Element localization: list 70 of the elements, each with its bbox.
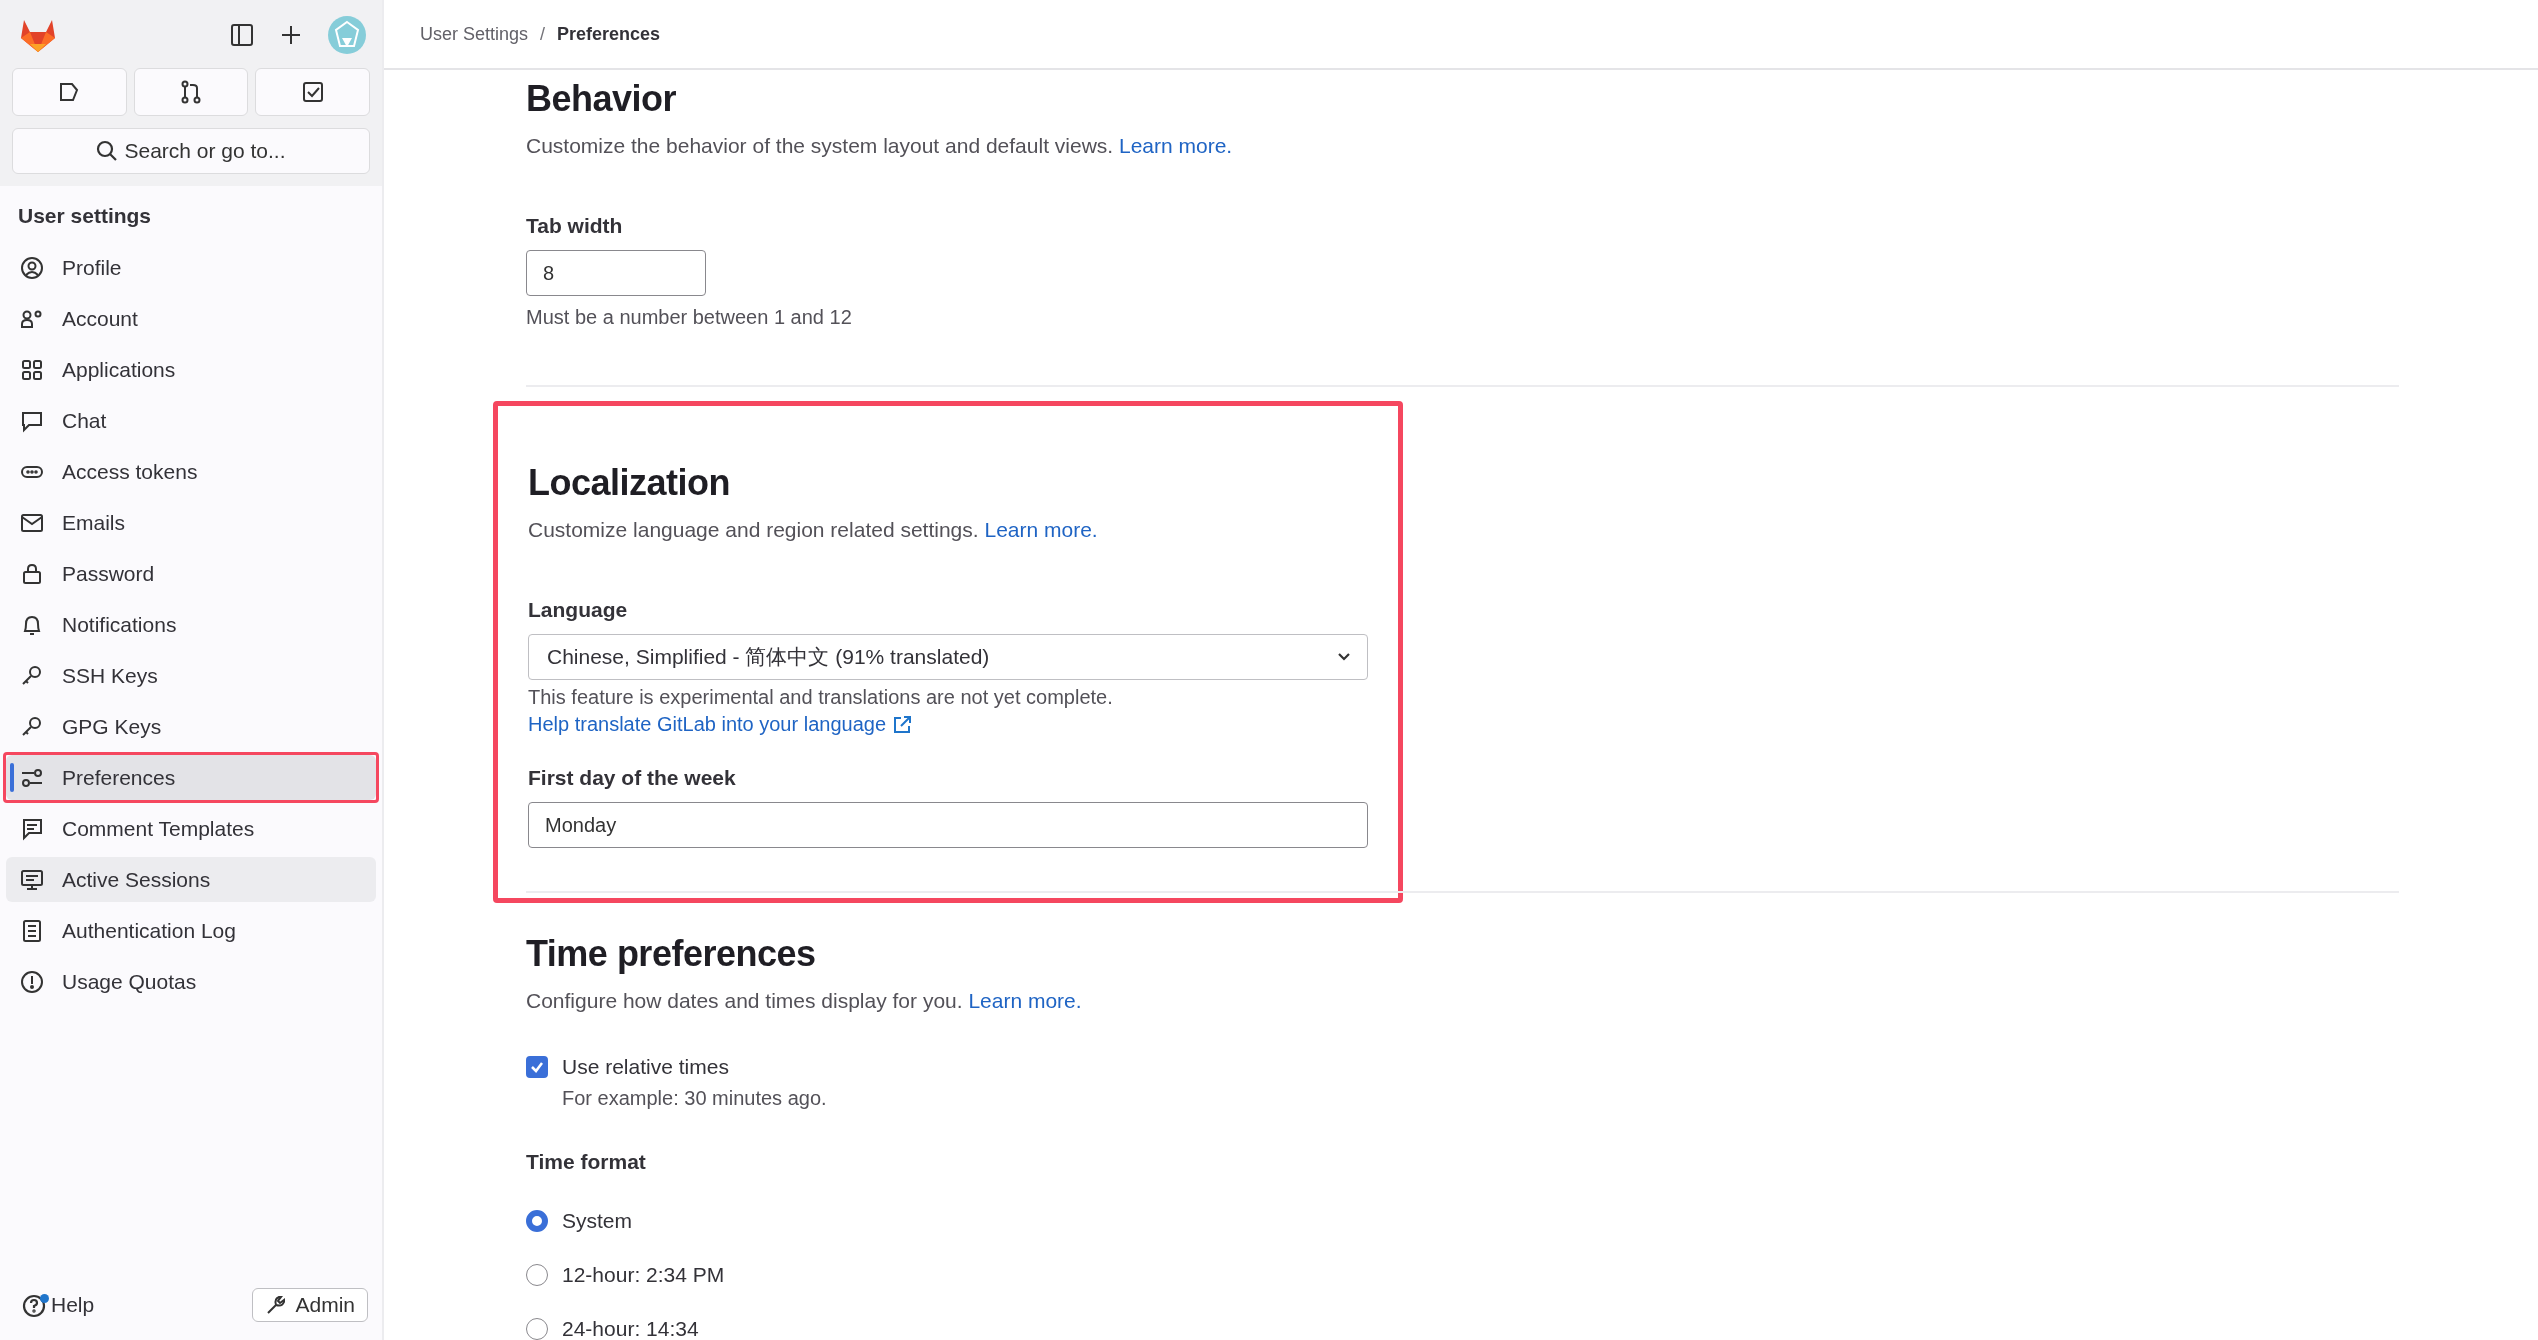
plus-icon[interactable]: [280, 24, 302, 46]
sidebar-heading: User settings: [17, 203, 153, 229]
help-link[interactable]: Help: [22, 1292, 95, 1318]
breadcrumb-link[interactable]: User Settings: [420, 23, 529, 45]
sidebar-item[interactable]: Preferences: [6, 755, 376, 800]
admin-button[interactable]: Admin: [252, 1288, 368, 1322]
section-title: Localization: [528, 462, 732, 504]
learn-more-link[interactable]: Learn more.: [968, 989, 1082, 1012]
field-label: Tab width: [526, 214, 624, 238]
sidebar-item[interactable]: Chat: [6, 398, 376, 443]
field-label: First day of the week: [528, 766, 737, 790]
sidebar-item[interactable]: SSH Keys: [6, 653, 376, 698]
user-circle-icon: [20, 255, 44, 280]
radio-label: 24-hour: 14:34: [562, 1317, 699, 1340]
sidebar-item[interactable]: Authentication Log: [6, 908, 376, 953]
radio-label: 12-hour: 2:34 PM: [562, 1263, 725, 1287]
sidebar-item[interactable]: Emails: [6, 500, 376, 545]
chevron-down-icon: [1337, 652, 1351, 662]
list-icon: [20, 918, 44, 943]
radio-button[interactable]: [526, 1210, 548, 1232]
sidebar-item[interactable]: Usage Quotas: [6, 959, 376, 1004]
wrench-icon: [265, 1294, 288, 1316]
help-icon: [22, 1292, 48, 1318]
field-label: Language: [528, 598, 629, 622]
field-hint: This feature is experimental and translations are not yet complete.: [528, 686, 1114, 709]
issues-button[interactable]: [12, 68, 127, 116]
sidebar-item[interactable]: Account: [6, 296, 376, 341]
field-label: Time format: [526, 1150, 647, 1174]
section-description: Customize language and region related settings. Learn more.: [528, 518, 1099, 542]
sidebar-item[interactable]: Comment Templates: [6, 806, 376, 851]
sidebar-item[interactable]: Active Sessions: [6, 857, 376, 902]
sidebar-item[interactable]: Profile: [6, 245, 376, 290]
sidebar-item[interactable]: Access tokens: [6, 449, 376, 494]
section-title: Behavior: [526, 78, 678, 120]
todo-button[interactable]: [255, 68, 370, 116]
breadcrumb-link[interactable]: Preferences: [557, 23, 661, 45]
section-title: Time preferences: [526, 933, 817, 975]
search-icon: [96, 140, 119, 162]
checkbox-icon: [301, 81, 324, 103]
search-button[interactable]: Search or go to...: [12, 128, 370, 174]
lock-icon: [20, 561, 44, 586]
learn-more-link[interactable]: Learn more.: [1119, 134, 1233, 157]
sidebar-item[interactable]: GPG Keys: [6, 704, 376, 749]
external-link-icon: [892, 714, 912, 735]
radio-button[interactable]: [526, 1264, 548, 1286]
section-description: Configure how dates and times display for you. Learn more.: [526, 989, 1083, 1013]
field-hint: Must be a number between 1 and 12: [526, 306, 853, 329]
first-day-field[interactable]: Monday: [528, 802, 1368, 848]
section-description: Customize the behavior of the system layout and default views. Learn more.: [526, 134, 1234, 158]
checkbox-hint: For example: 30 minutes ago.: [562, 1087, 828, 1110]
comment-icon: [20, 816, 44, 841]
grid-icon: [20, 357, 44, 382]
merge-requests-button[interactable]: [133, 68, 249, 116]
radio-label: System: [562, 1209, 632, 1233]
learn-more-link[interactable]: Learn more.: [984, 518, 1098, 541]
breadcrumb-separator: /: [540, 23, 546, 45]
sidebar-item[interactable]: Notifications: [6, 602, 376, 647]
radio-button[interactable]: [526, 1318, 548, 1340]
language-dropdown[interactable]: Chinese, Simplified - 简体中文 (91% translated): [528, 634, 1368, 680]
checkbox-label: Use relative times: [562, 1055, 729, 1079]
sidebar-toggle-icon[interactable]: [230, 23, 254, 47]
merge-request-icon: [180, 80, 202, 104]
sidebar-item[interactable]: Password: [6, 551, 376, 596]
translate-link[interactable]: Help translate GitLab into your language: [528, 713, 912, 736]
checkbox[interactable]: [526, 1056, 548, 1078]
selection-bar: [10, 763, 14, 792]
monitor-icon: [20, 867, 44, 892]
tab-width-field[interactable]: 8: [526, 250, 706, 296]
issue-icon: [58, 81, 81, 103]
sidebar-item[interactable]: Applications: [6, 347, 376, 392]
